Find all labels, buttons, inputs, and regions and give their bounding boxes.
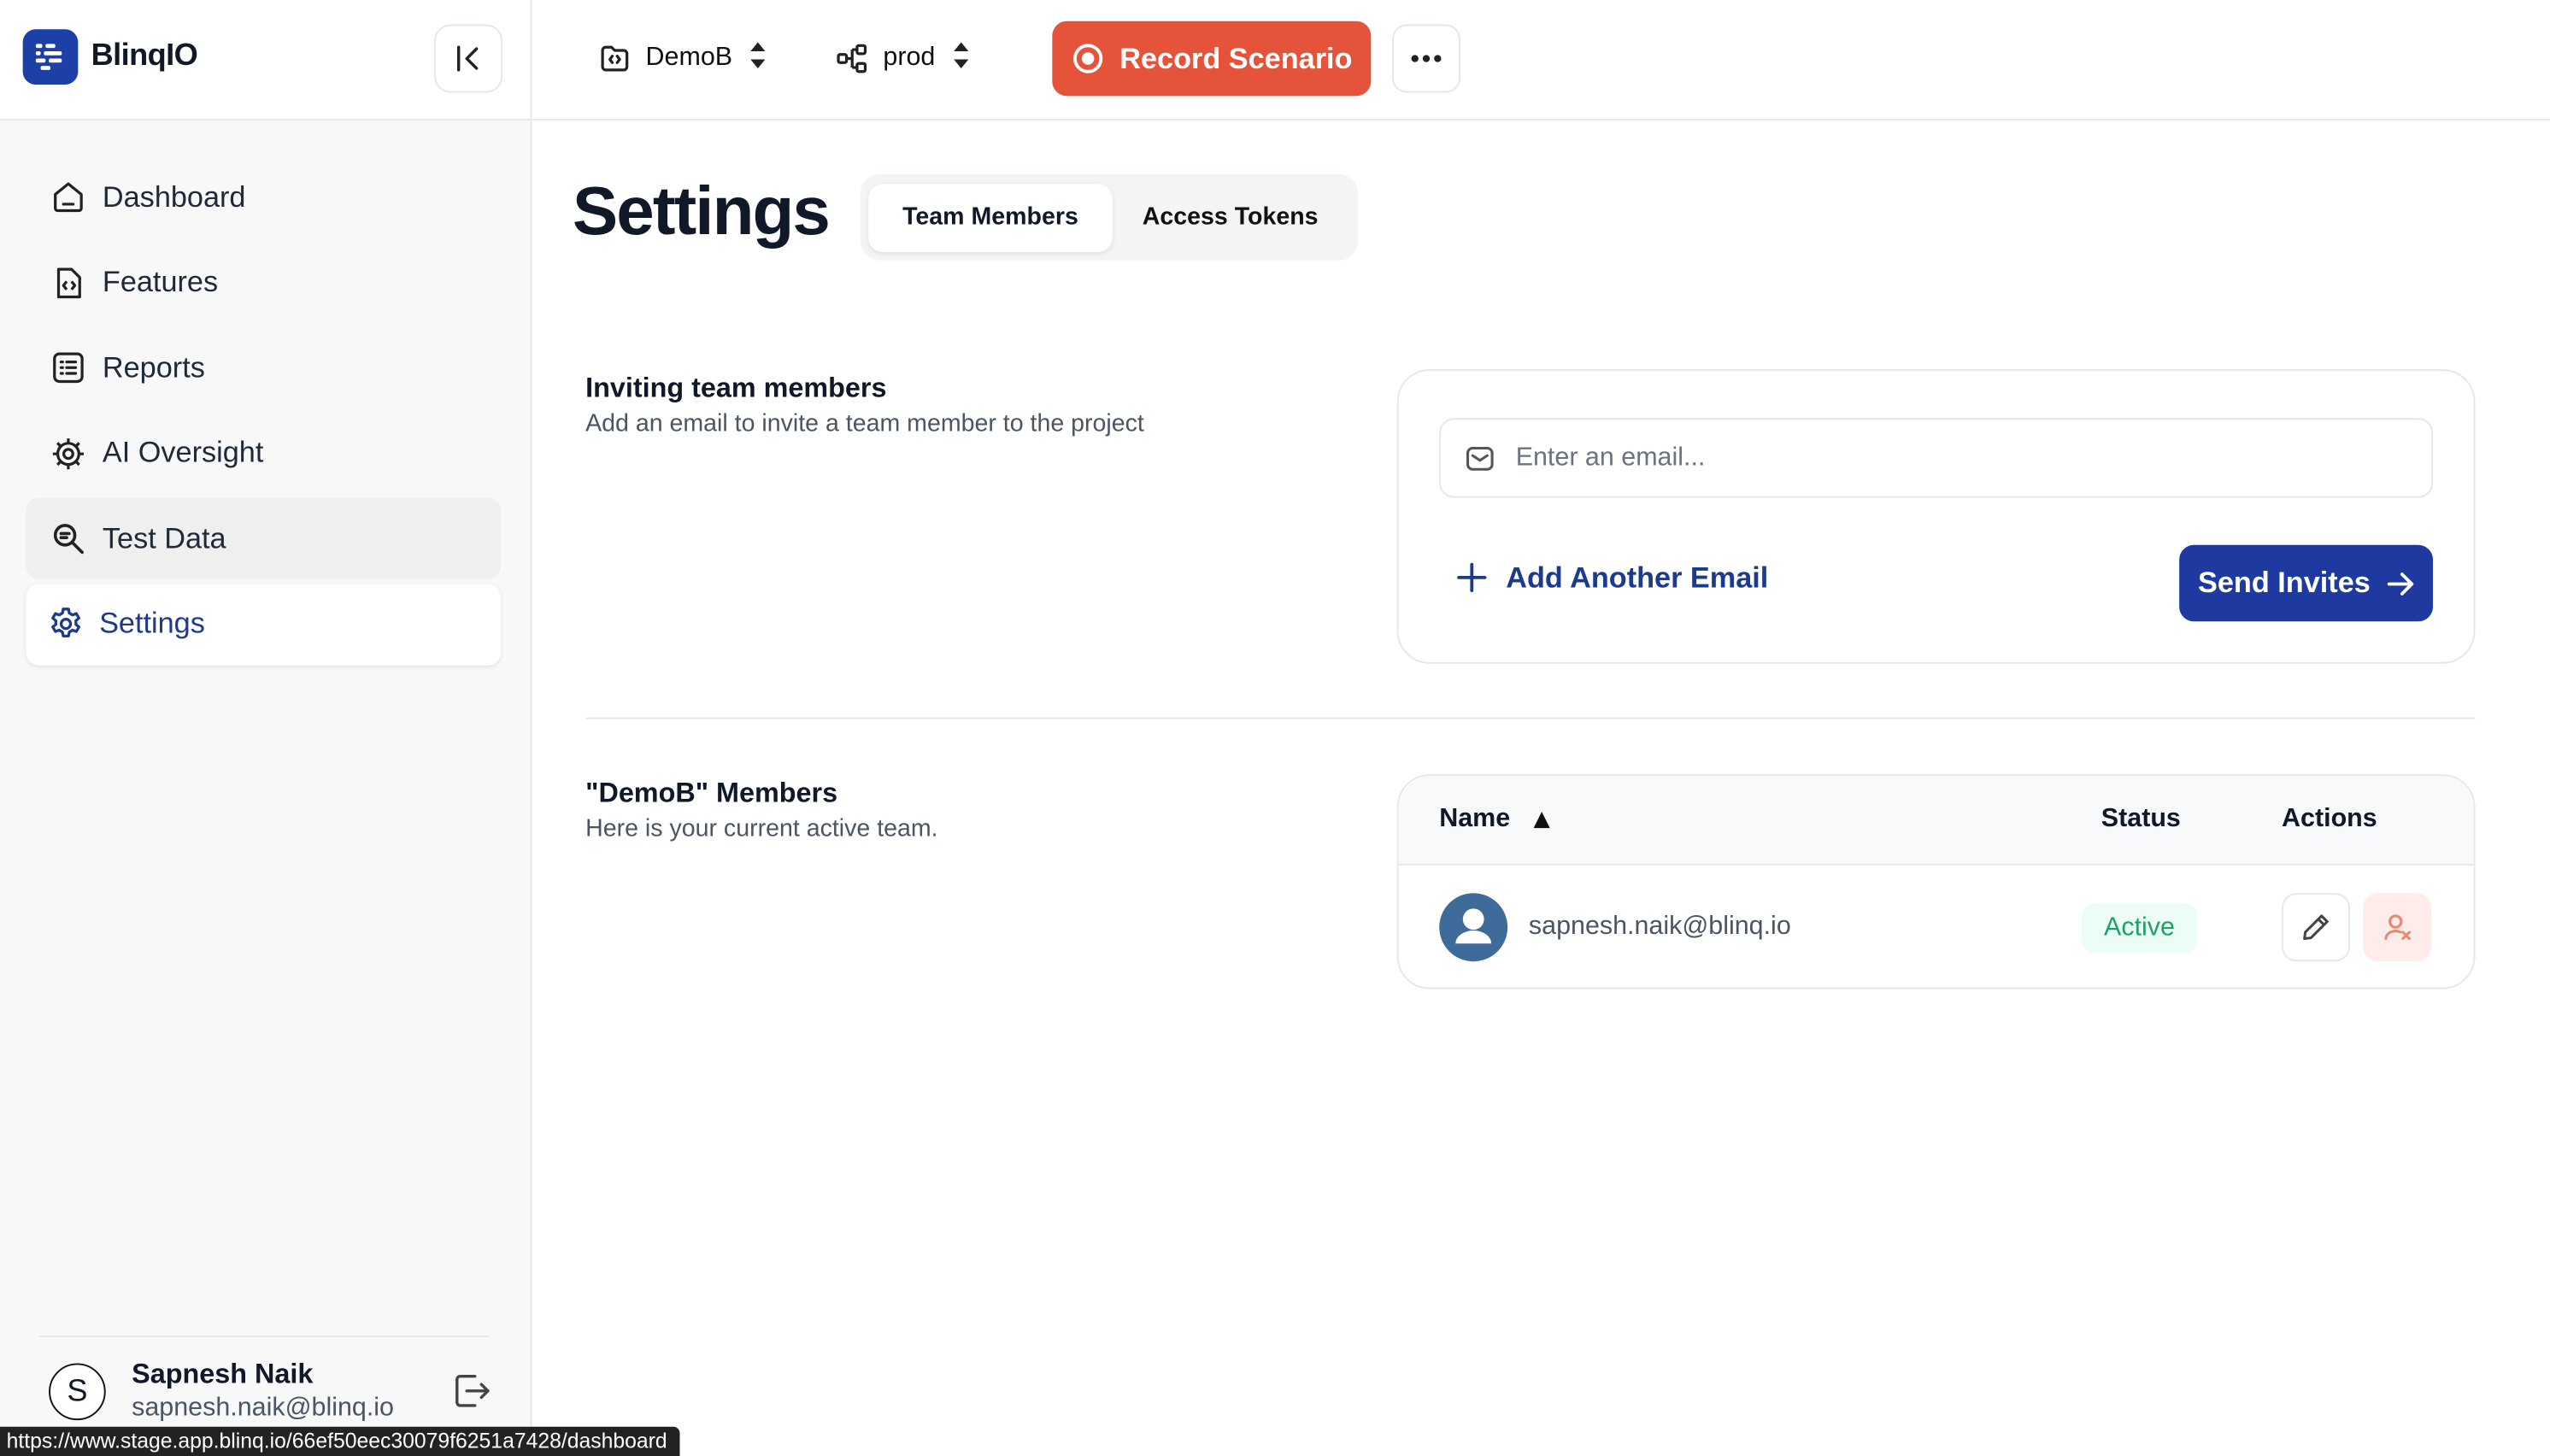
brand-header: BlinqIO <box>0 0 531 120</box>
list-icon <box>49 348 88 387</box>
user-email: sapnesh.naik@blinq.io <box>132 1394 394 1423</box>
project-name: DemoB <box>645 44 733 72</box>
column-name-label: Name <box>1439 805 1511 833</box>
sidebar-item-label: Settings <box>99 607 205 640</box>
sidebar-item-label: Reports <box>102 350 205 384</box>
remove-member-button[interactable] <box>2363 893 2432 962</box>
table-header: Name Status Actions <box>1398 776 2474 866</box>
cog-chip-icon <box>49 433 88 473</box>
more-dots-icon <box>1411 55 1442 62</box>
blinqio-logo-icon[interactable] <box>22 29 79 85</box>
project-icon <box>596 41 632 77</box>
feature-file-icon <box>49 262 88 302</box>
record-icon <box>1073 44 1104 73</box>
member-email: sapnesh.naik@blinq.io <box>1528 913 1791 941</box>
settings-tabs: Team Members Access Tokens <box>860 173 1359 261</box>
column-status-header: Status <box>2101 805 2181 833</box>
more-options-button[interactable] <box>1392 24 1460 93</box>
column-name-header[interactable]: Name <box>1439 805 1551 834</box>
record-scenario-label: Record Scenario <box>1119 41 1353 74</box>
avatar[interactable]: S <box>49 1363 106 1421</box>
divider <box>38 1336 490 1338</box>
sidebar-item-label: Test Data <box>102 521 226 555</box>
sidebar-item-settings[interactable]: Settings <box>26 583 502 665</box>
arrow-right-icon <box>2386 572 2413 595</box>
members-table: Name Status Actions sapnesh.naik@blinq.i… <box>1396 774 2476 989</box>
project-selector[interactable]: DemoB <box>596 36 768 81</box>
mail-icon <box>1466 446 1494 470</box>
members-section-title: "DemoB" Members <box>585 778 838 809</box>
logout-button[interactable] <box>450 1370 492 1412</box>
column-actions-header: Actions <box>2282 805 2377 833</box>
status-badge: Active <box>2081 902 2198 954</box>
invite-card: Add Another Email Send Invites <box>1396 369 2476 664</box>
user-remove-icon <box>2384 914 2411 941</box>
email-field[interactable] <box>1439 418 2434 498</box>
search-doc-icon <box>49 519 88 558</box>
tab-team-members[interactable]: Team Members <box>868 183 1113 252</box>
sidebar-item-test-data[interactable]: Test Data <box>26 497 502 579</box>
status-bar-url: https://www.stage.app.blinq.io/66ef50eec… <box>0 1426 680 1456</box>
send-invites-label: Send Invites <box>2198 566 2371 599</box>
members-section-subtitle: Here is your current active team. <box>585 814 938 843</box>
invite-section-subtitle: Add an email to invite a team member to … <box>585 409 1144 438</box>
tab-access-tokens[interactable]: Access Tokens <box>1113 183 1348 251</box>
sidebar-item-features[interactable]: Features <box>26 242 501 323</box>
page-title: Settings <box>572 172 831 250</box>
sidebar-item-label: AI Oversight <box>102 436 264 469</box>
member-avatar-icon <box>1439 893 1508 962</box>
logout-icon <box>455 1374 490 1407</box>
environment-name: prod <box>883 44 936 72</box>
send-invites-button[interactable]: Send Invites <box>2179 544 2434 622</box>
branch-nodes-icon <box>834 41 870 77</box>
user-name: Sapnesh Naik <box>132 1358 314 1389</box>
email-input[interactable] <box>1515 443 2394 473</box>
sidebar-item-label: Features <box>102 265 219 298</box>
sidebar-item-dashboard[interactable]: Dashboard <box>26 156 501 238</box>
settings-icon <box>45 604 85 643</box>
add-another-email-button[interactable]: Add Another Email <box>1454 560 1768 596</box>
section-divider <box>585 717 2476 719</box>
collapse-sidebar-button[interactable] <box>434 24 503 93</box>
brand-name: BlinqIO <box>91 38 198 73</box>
sidebar-nav: Dashboard Features Reports AI Oversight … <box>26 156 502 669</box>
invite-section-title: Inviting team members <box>585 372 887 404</box>
add-another-email-label: Add Another Email <box>1506 560 1769 593</box>
sidebar: BlinqIO Dashboard Features Reports AI Ov… <box>0 0 532 1456</box>
record-scenario-button[interactable]: Record Scenario <box>1052 21 1372 97</box>
sidebar-item-ai-oversight[interactable]: AI Oversight <box>26 413 501 494</box>
collapse-left-icon <box>456 45 479 72</box>
sort-ascending-icon <box>1532 812 1549 829</box>
sidebar-item-reports[interactable]: Reports <box>26 327 501 408</box>
sidebar-item-label: Dashboard <box>102 179 246 213</box>
chevron-updown-icon <box>749 38 768 79</box>
chevron-updown-icon <box>951 38 971 79</box>
top-bar: DemoB prod Record Scenario <box>532 0 2550 120</box>
edit-member-button[interactable] <box>2282 893 2350 962</box>
plus-icon <box>1457 562 1487 593</box>
environment-selector[interactable]: prod <box>834 36 971 81</box>
home-icon <box>49 178 88 217</box>
pencil-icon <box>2303 914 2329 941</box>
table-row: sapnesh.naik@blinq.io Active <box>1399 867 2474 988</box>
